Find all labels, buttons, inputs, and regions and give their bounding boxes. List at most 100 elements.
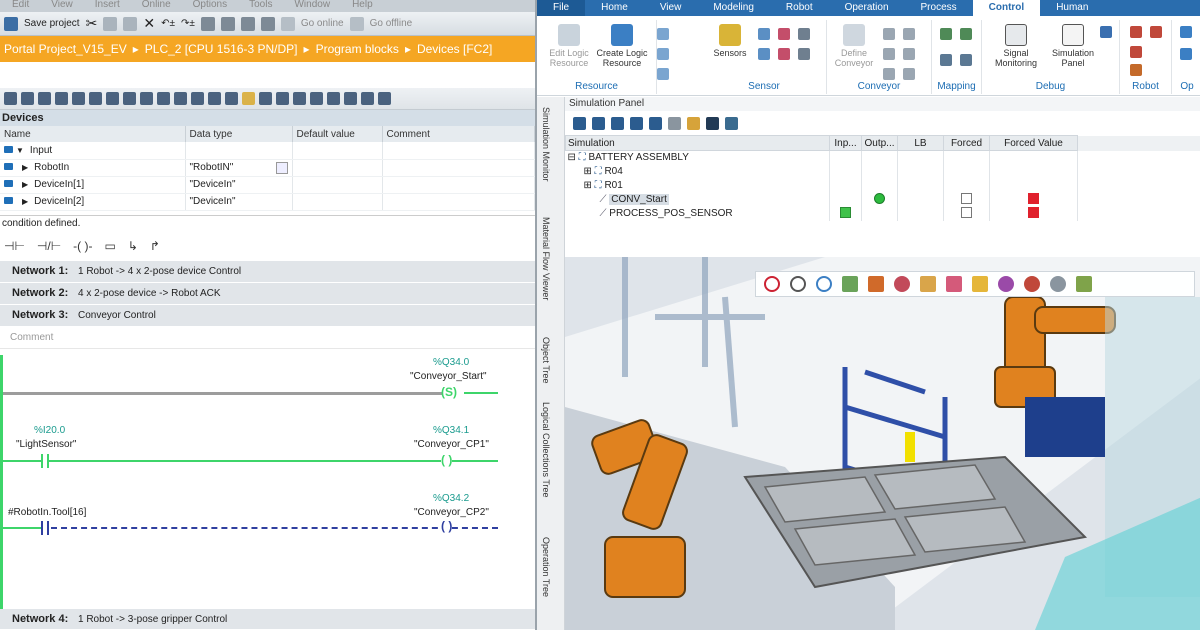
breadcrumb-project[interactable]: Portal Project_V15_EV [4,42,127,56]
collapsed-icon[interactable]: ▶ [22,197,28,206]
tab-logical-collections-tree[interactable]: Logical Collections Tree [541,402,551,498]
robot-signal-icon[interactable] [1130,26,1142,38]
expand-icon[interactable]: ⊞ [584,180,592,191]
sensor-icon[interactable] [798,28,810,40]
upload-icon[interactable] [240,16,255,31]
signal-icon[interactable] [657,48,669,60]
tab-process[interactable]: Process [905,0,973,16]
monitor-icon[interactable] [293,92,306,105]
highlight-icon[interactable] [242,92,255,105]
signal-monitoring-button[interactable]: Signal Monitoring [988,24,1044,68]
cut-icon[interactable]: ✂ [86,15,98,32]
add-signal-icon[interactable] [573,116,586,130]
edit-logic-resource-button[interactable]: Edit Logic Resource [543,24,595,68]
collapsed-icon[interactable]: ▶ [22,180,28,189]
copy-icon[interactable] [103,16,118,31]
filter-icon[interactable] [668,116,681,130]
go-online-button[interactable]: Go online [301,18,344,29]
selection-icon[interactable] [998,276,1014,292]
operation-icon[interactable] [1180,48,1192,60]
undo-icon[interactable] [259,92,272,105]
mapping-icon[interactable] [960,54,972,66]
download-icon[interactable] [220,16,235,31]
operation-icon[interactable] [1180,26,1192,38]
cube-view-icon[interactable] [842,276,858,292]
network-list-icon[interactable] [72,92,85,105]
tab-home[interactable]: Home [585,0,644,16]
pin-icon[interactable] [894,276,910,292]
next-error-icon[interactable] [191,92,204,105]
sensor-icon[interactable] [798,48,810,60]
signal-icon[interactable] [657,68,669,80]
collapse-icon[interactable] [649,116,662,130]
close-branch-icon[interactable]: ↱ [150,239,160,253]
add-group-icon[interactable] [592,116,605,130]
sensor-icon[interactable] [758,28,770,40]
table-row[interactable]: ⟋ CONV_Start [565,192,1200,207]
signal-icon[interactable] [657,28,669,40]
type-picker-icon[interactable] [275,161,288,174]
network-comment-field[interactable]: Comment [0,327,535,349]
tab-operation[interactable]: Operation [829,0,905,16]
coil-element[interactable]: (S) [441,385,457,399]
coil-element[interactable]: ( ) [441,518,453,533]
robot-signal-icon[interactable] [1150,26,1162,38]
box-icon[interactable]: ▭ [104,239,115,253]
paste-icon[interactable] [123,16,138,31]
redo-icon[interactable]: ↷± [181,18,195,29]
menu-help[interactable]: Help [352,0,373,12]
open-all-icon[interactable] [140,92,153,105]
placement-icon[interactable] [1076,276,1092,292]
next-bookmark-icon[interactable] [225,92,238,105]
robot-signal-icon[interactable] [1130,64,1142,76]
tab-material-flow-viewer[interactable]: Material Flow Viewer [541,217,551,300]
save-icon[interactable] [706,116,719,130]
forced-value-toggle[interactable] [1028,192,1039,204]
conveyor-icon[interactable] [903,28,915,40]
table-row[interactable]: ⊟ ⛶ BATTERY ASSEMBLY [565,150,1200,165]
section-icon[interactable] [946,276,962,292]
sensor-icon[interactable] [758,48,770,60]
menu-insert[interactable]: Insert [95,0,120,12]
tab-file[interactable]: File [537,0,586,16]
robot-signal-icon[interactable] [1130,46,1142,58]
tab-object-tree[interactable]: Object Tree [541,337,551,384]
table-row[interactable]: ▶ DeviceIn[1] "DeviceIn" [0,176,535,194]
remove-icon[interactable] [611,116,624,130]
coil-element[interactable]: ( ) [441,452,453,467]
collapse-icon[interactable]: ⊟ [568,152,576,163]
measure-icon[interactable] [920,276,936,292]
zoom-icon[interactable] [790,276,806,292]
table-row[interactable]: ▼ Input [0,142,535,160]
contact-element[interactable] [41,453,49,468]
menu-view[interactable]: View [51,0,73,12]
conveyor-icon[interactable] [903,48,915,60]
zoom-to-fit-icon[interactable] [764,276,780,292]
robot-jog-icon[interactable] [1024,276,1040,292]
forced-value-toggle[interactable] [1028,206,1039,218]
go-offline-icon[interactable] [349,16,364,31]
delete-network-icon[interactable] [21,92,34,105]
mapping-icon[interactable] [940,54,952,66]
redo-icon[interactable] [276,92,289,105]
watch-icon[interactable] [327,92,340,105]
tab-robot[interactable]: Robot [770,0,829,16]
menu-window[interactable]: Window [294,0,330,12]
network-3-header[interactable]: Network 3: Conveyor Control [0,304,535,327]
favorites-icon[interactable] [106,92,119,105]
close-all-icon[interactable] [157,92,170,105]
menu-tools[interactable]: Tools [249,0,272,12]
undo-icon[interactable]: ↶± [161,18,175,29]
open-branch-icon[interactable]: ↳ [128,239,138,253]
first-error-icon[interactable] [174,92,187,105]
simulation-icon[interactable] [260,16,275,31]
conveyor-icon[interactable] [883,68,895,80]
table-row[interactable]: ⊞ ⛶ R01 [565,178,1200,193]
no-contact-icon[interactable]: ⊣⊢ [4,239,25,253]
forced-checkbox[interactable] [961,192,972,204]
force-icon[interactable] [310,92,323,105]
sensor-icon[interactable] [778,48,790,60]
tab-human[interactable]: Human [1040,0,1104,16]
conveyor-icon[interactable] [903,68,915,80]
compile-icon[interactable] [200,16,215,31]
